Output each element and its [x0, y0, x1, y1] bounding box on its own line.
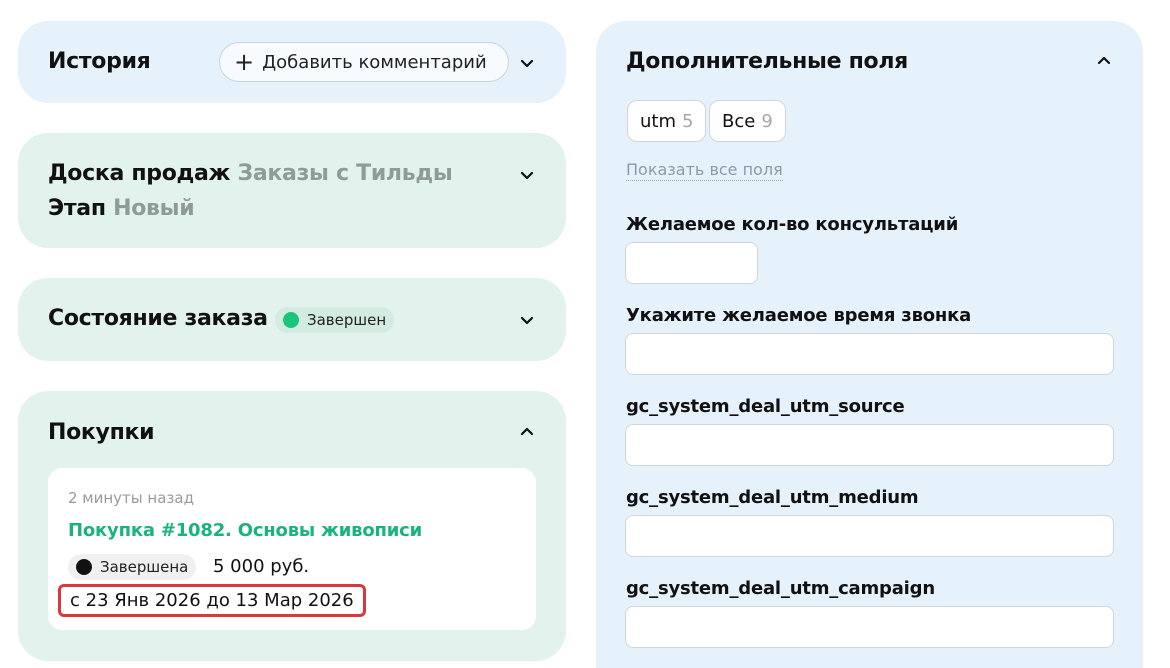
chevron-down-icon[interactable]: [517, 310, 537, 330]
sales-board-card: Доска продаж Заказы с Тильды Этап Новый: [18, 133, 566, 248]
status-dot-icon: [76, 559, 92, 575]
history-title: История: [48, 49, 151, 74]
purchase-time: 2 минуты назад: [68, 489, 194, 507]
purchase-item: 2 минуты назад Покупка #1082. Основы жив…: [48, 468, 536, 630]
tag-all[interactable]: Все 9: [709, 100, 786, 142]
field-label: gc_system_deal_utm_campaign: [626, 578, 935, 599]
utm-campaign-input[interactable]: [625, 606, 1114, 648]
extra-fields-title: Дополнительные поля: [626, 49, 908, 74]
add-comment-button[interactable]: + Добавить комментарий: [219, 42, 509, 82]
sales-board-value: Заказы с Тильды: [237, 161, 453, 186]
status-dot-icon: [283, 312, 299, 328]
field-label: Укажите желаемое время звонка: [626, 305, 972, 326]
tag-count: 9: [761, 110, 773, 132]
call-time-input[interactable]: [625, 333, 1114, 375]
order-status-title: Состояние заказа: [48, 306, 268, 331]
tag-label: utm: [640, 110, 676, 132]
order-status-text: Завершен: [307, 311, 387, 329]
purchase-price: 5 000 руб.: [213, 556, 310, 577]
chevron-up-icon[interactable]: [1094, 51, 1114, 71]
purchases-title: Покупки: [48, 420, 155, 445]
purchase-status-badge: Завершена: [68, 554, 197, 580]
chevron-up-icon[interactable]: [517, 422, 537, 442]
field-label: gc_system_deal_utm_medium: [626, 487, 919, 508]
history-card: История + Добавить комментарий: [18, 21, 566, 103]
stage-label: Этап: [48, 196, 106, 221]
plus-icon: +: [234, 48, 255, 76]
show-all-fields-link[interactable]: Показать все поля: [626, 160, 783, 181]
order-status-badge: Завершен: [275, 307, 395, 333]
sales-board-line: Доска продаж Заказы с Тильды: [48, 161, 453, 186]
purchase-status-text: Завершена: [100, 558, 189, 576]
purchase-date-range: с 23 Янв 2026 до 13 Мар 2026: [58, 584, 366, 617]
tag-label: Все: [722, 110, 756, 132]
consultations-count-input[interactable]: [625, 242, 758, 284]
sales-board-label: Доска продаж: [48, 161, 231, 186]
extra-fields-card: Дополнительные поля utm 5 Все 9 Показать…: [596, 21, 1143, 668]
field-label: Желаемое кол-во консультаций: [626, 214, 959, 235]
order-status-card: Состояние заказа Завершен: [18, 278, 566, 361]
stage-value: Новый: [113, 196, 195, 221]
stage-line: Этап Новый: [48, 196, 195, 221]
add-comment-label: Добавить комментарий: [262, 51, 487, 73]
tag-count: 5: [682, 110, 694, 132]
utm-source-input[interactable]: [625, 424, 1114, 466]
purchases-card: Покупки 2 минуты назад Покупка #1082. Ос…: [18, 391, 566, 661]
utm-medium-input[interactable]: [625, 515, 1114, 557]
purchase-link[interactable]: Покупка #1082. Основы живописи: [68, 520, 422, 541]
chevron-down-icon[interactable]: [517, 53, 537, 73]
chevron-down-icon[interactable]: [517, 165, 537, 185]
tag-utm[interactable]: utm 5: [627, 100, 707, 142]
field-label: gc_system_deal_utm_source: [626, 396, 905, 417]
